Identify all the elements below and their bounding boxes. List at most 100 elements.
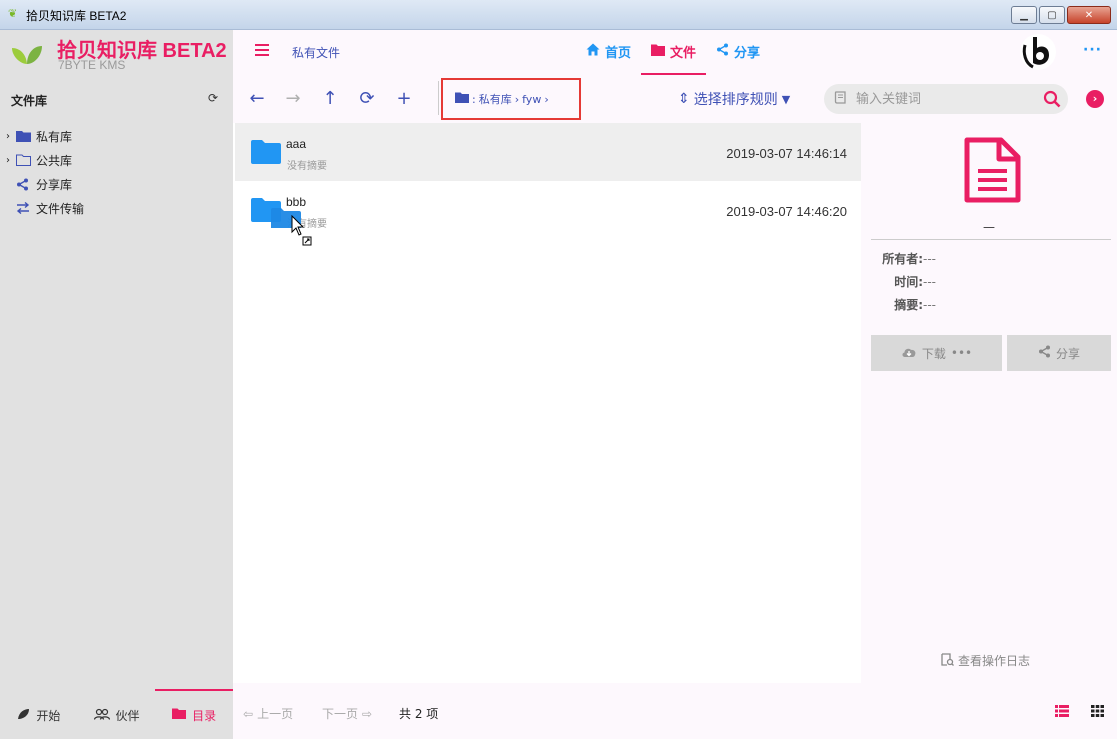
prev-page-button[interactable]: ⇦ 上一页 (243, 705, 293, 722)
share-label: 分享 (1055, 346, 1080, 361)
forward-arrow-icon[interactable]: → (283, 89, 303, 109)
summary-value: --- (923, 297, 936, 312)
document-icon (964, 137, 1021, 203)
download-button[interactable]: 下载 ••• (871, 335, 1002, 371)
window-titlebar: ❦ 拾贝知识库 BETA2 ▁ ▢ ✕ (0, 0, 1117, 30)
tab-partners-label: 伙伴 (115, 708, 140, 723)
file-row[interactable]: aaa 没有摘要 2019-03-07 14:46:14 (235, 123, 861, 181)
sort-select[interactable]: ⇕ 选择排序规则 ▼ (678, 89, 790, 109)
tab-directory[interactable]: 目录 (155, 689, 234, 739)
time-label: 时间: (894, 275, 923, 289)
sort-icon: ⇕ (678, 91, 690, 107)
share-icon (1038, 345, 1051, 361)
detail-panel: — 所有者: --- 时间: --- 摘要: --- 下载 ••• 分享 查看操… (861, 123, 1117, 683)
tree-item-transfer[interactable]: 文件传输 (6, 196, 84, 220)
top-bar: 私有文件 首页 文件 分享 ··· (233, 30, 1117, 75)
nav-share[interactable]: 分享 (706, 30, 770, 75)
library-header: 文件库 (11, 94, 48, 108)
nav-files[interactable]: 文件 (641, 30, 707, 75)
list-view-icon[interactable] (1055, 705, 1069, 717)
minimize-button[interactable]: ▁ (1011, 6, 1037, 24)
library-refresh-icon[interactable]: ⟳ (208, 91, 218, 105)
nav-share-label: 分享 (734, 46, 761, 61)
users-icon (93, 708, 110, 723)
search-input[interactable] (856, 90, 1036, 108)
summary-label: 摘要: (894, 298, 923, 312)
search-box (824, 84, 1068, 114)
close-button[interactable]: ✕ (1067, 6, 1111, 24)
book-icon (834, 91, 847, 109)
owner-label: 所有者: (882, 252, 923, 266)
folder-solid-icon (16, 130, 36, 142)
detail-file-name: — (983, 220, 995, 234)
share-button[interactable]: 分享 (1007, 335, 1111, 371)
page-title: 私有文件 (292, 46, 341, 60)
total-count: 共 2 项 (399, 707, 439, 721)
tree-item-private[interactable]: › 私有库 (6, 124, 84, 148)
breadcrumb-item-root[interactable]: 私有库 (479, 91, 512, 107)
folder-outline-icon (16, 154, 36, 166)
file-date: 2019-03-07 14:46:14 (726, 146, 847, 161)
home-icon (586, 43, 600, 60)
chevron-right-icon[interactable]: › (6, 155, 16, 166)
refresh-icon[interactable]: ⟳ (357, 89, 377, 109)
prev-page-label: 上一页 (257, 707, 294, 721)
time-value: --- (923, 274, 936, 289)
view-log-link[interactable]: 查看操作日志 (941, 652, 1030, 669)
file-toolbar: ← → ↑ ⟳ + : 私有库 › fyw › ⇕ 选择排序规则 ▼ › (233, 75, 1117, 123)
sort-label: 选择排序规则 (693, 92, 778, 108)
next-page-button[interactable]: 下一页 ⇨ (322, 705, 372, 722)
owner-value: --- (923, 251, 936, 266)
bottom-bar: ⇦ 上一页 下一页 ⇨ 共 2 项 (233, 683, 1117, 739)
tree-item-shared[interactable]: 分享库 (6, 172, 84, 196)
folder-icon (455, 92, 469, 106)
caret-down-icon: ▼ (781, 92, 791, 106)
grid-view-icon[interactable] (1091, 705, 1104, 717)
tab-directory-label: 目录 (192, 708, 217, 723)
maximize-button[interactable]: ▢ (1039, 6, 1065, 24)
breadcrumb-item-current[interactable]: fyw (522, 93, 541, 106)
tree-item-label: 文件传输 (36, 201, 85, 216)
up-arrow-icon[interactable]: ↑ (320, 89, 340, 109)
tab-partners[interactable]: 伙伴 (78, 689, 156, 739)
hamburger-menu-icon[interactable] (255, 44, 269, 56)
arrow-right-icon: ⇨ (362, 706, 373, 721)
tree-item-label: 分享库 (36, 177, 73, 192)
back-arrow-icon[interactable]: ← (247, 89, 267, 109)
chevron-right-icon[interactable]: › (6, 131, 16, 142)
download-label: 下载 (921, 346, 946, 361)
share-icon (16, 178, 36, 191)
user-avatar-logo[interactable] (1019, 33, 1057, 71)
sidebar: 拾贝知识库 BETA2 7BYTE KMS 文件库 ⟳ › 私有库 › 公共库 … (0, 30, 234, 739)
tab-start[interactable]: 开始 (0, 689, 78, 739)
search-icon[interactable] (1043, 90, 1061, 112)
library-tree: › 私有库 › 公共库 分享库 文件传输 (6, 124, 84, 220)
tree-item-public[interactable]: › 公共库 (6, 148, 84, 172)
sidebar-footer-tabs: 开始 伙伴 目录 (0, 689, 234, 739)
file-name: aaa (286, 137, 307, 151)
file-row[interactable]: bbb 没有摘要 2019-03-07 14:46:20 (235, 181, 861, 239)
download-more: ••• (950, 346, 973, 360)
cloud-download-icon (901, 346, 917, 361)
more-options-button[interactable]: ··· (1083, 42, 1102, 58)
chevron-right-icon: › (514, 92, 520, 106)
view-log-label: 查看操作日志 (958, 654, 1031, 668)
breadcrumb: : 私有库 › fyw › (441, 78, 581, 120)
nav-home[interactable]: 首页 (576, 30, 641, 75)
transfer-icon (16, 202, 36, 214)
main-nav: 首页 文件 分享 (576, 30, 770, 75)
file-date: 2019-03-07 14:46:20 (726, 204, 847, 219)
share-icon (716, 43, 729, 60)
brand-subtitle: 7BYTE KMS (58, 58, 126, 72)
folder-icon (172, 708, 187, 722)
nav-files-label: 文件 (670, 46, 697, 61)
breadcrumb-separator: : (472, 92, 476, 106)
search-go-button[interactable]: › (1086, 90, 1104, 108)
toolbar-divider (438, 81, 439, 115)
add-icon[interactable]: + (394, 89, 414, 109)
detail-meta: 所有者: --- 时间: --- 摘要: --- (861, 247, 1117, 316)
folder-icon (251, 140, 281, 164)
window-title: 拾贝知识库 BETA2 (26, 9, 127, 23)
brand-leaf-icon (12, 46, 42, 64)
tree-item-label: 公共库 (36, 153, 73, 168)
